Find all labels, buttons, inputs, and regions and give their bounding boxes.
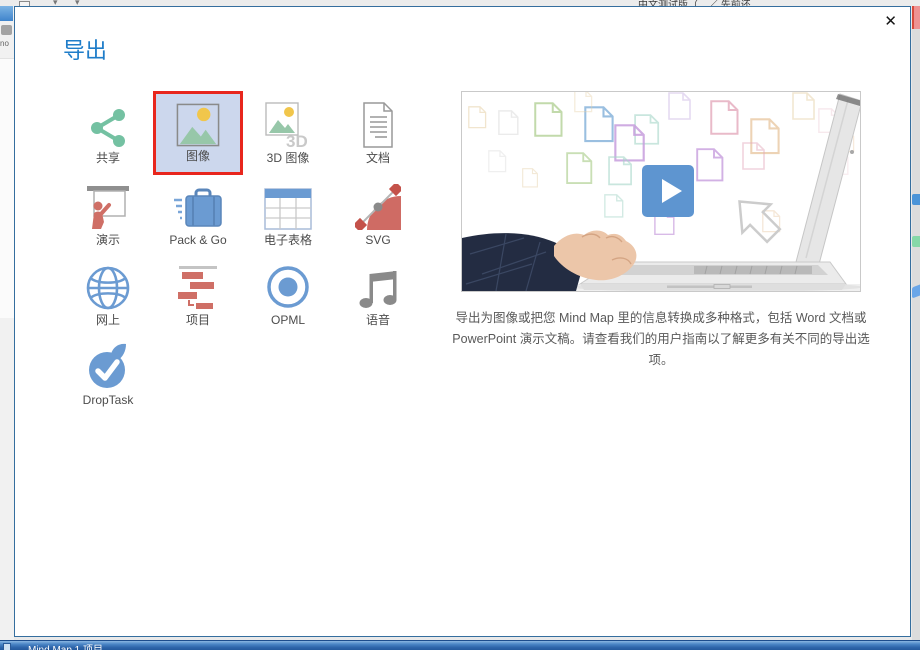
briefcase-icon (172, 184, 224, 230)
export-option-spreadsheet[interactable]: 电子表格 (243, 175, 333, 255)
export-option-pack-and-go[interactable]: Pack & Go (153, 175, 243, 255)
export-option-svg[interactable]: SVG (333, 175, 423, 255)
share-icon (86, 102, 130, 148)
export-option-project[interactable]: 项目 (153, 255, 243, 335)
sidebar-icon-sliver (1, 25, 12, 35)
export-option-droptask[interactable]: DropTask (63, 335, 153, 415)
export-option-label: 项目 (186, 314, 210, 327)
export-option-label: Pack & Go (169, 234, 226, 247)
export-option-audio[interactable]: 语音 (333, 255, 423, 335)
export-option-3d-image[interactable]: 3D 3D 图像 (243, 91, 333, 175)
radio-circle-icon (265, 264, 311, 310)
image-icon (176, 103, 220, 147)
export-option-share[interactable]: 共享 (63, 91, 153, 175)
sidebar-text-fragment: no (0, 39, 9, 48)
music-note-icon (358, 264, 398, 310)
close-icon[interactable]: ✕ (884, 14, 897, 29)
export-option-label: 图像 (186, 150, 210, 163)
gantt-icon (175, 264, 221, 310)
spreadsheet-icon (264, 184, 312, 230)
export-option-label: 网上 (96, 314, 120, 327)
svg-text:3D: 3D (286, 132, 308, 148)
selected-tile-background: 图像 (156, 94, 240, 172)
document-icon (358, 102, 398, 148)
export-option-label: 3D 图像 (267, 152, 310, 165)
export-option-web[interactable]: 网上 (63, 255, 153, 335)
export-option-presentation[interactable]: 演示 (63, 175, 153, 255)
export-option-label: 电子表格 (264, 234, 312, 247)
export-option-opml[interactable]: OPML (243, 255, 333, 335)
export-option-label: OPML (271, 314, 305, 327)
export-option-label: 共享 (96, 152, 120, 165)
export-dialog: ✕ 导出 共享 图像 (14, 6, 911, 637)
export-option-label: 演示 (96, 234, 120, 247)
pen-tool-icon (912, 194, 920, 205)
canvas-sliver (0, 58, 14, 318)
background-left-panel: no (0, 6, 14, 640)
sidebar-selected-item-sliver (0, 6, 13, 21)
export-option-image[interactable]: 图像 (153, 91, 243, 175)
shape-tool-icon (912, 236, 920, 247)
export-option-label: DropTask (83, 394, 134, 407)
export-options-grid: 共享 图像 3D (63, 91, 423, 415)
export-preview-illustration (461, 91, 861, 292)
dialog-title: 导出 (63, 33, 107, 65)
export-description: 导出为图像或把您 Mind Map 里的信息转换成多种格式，包括 Word 文档… (443, 308, 879, 371)
play-button[interactable] (642, 165, 694, 217)
globe-icon (86, 264, 130, 310)
3d-image-icon: 3D (265, 102, 311, 148)
export-option-label: 文档 (366, 152, 390, 165)
taskbar: Mind Map 1 项目 (0, 640, 920, 650)
export-option-label: SVG (365, 234, 390, 247)
presentation-icon (85, 184, 131, 230)
taskbar-text-fragment: Mind Map 1 项目 (28, 641, 103, 650)
droptask-check-icon (86, 344, 130, 390)
taskbar-app-icon (3, 643, 11, 650)
vector-curve-icon (355, 184, 401, 230)
export-option-document[interactable]: 文档 (333, 91, 423, 175)
pencil-tool-icon (912, 285, 920, 299)
export-option-label: 语音 (366, 314, 390, 327)
red-tab-sliver (912, 6, 920, 29)
background-right-panel (912, 6, 920, 640)
